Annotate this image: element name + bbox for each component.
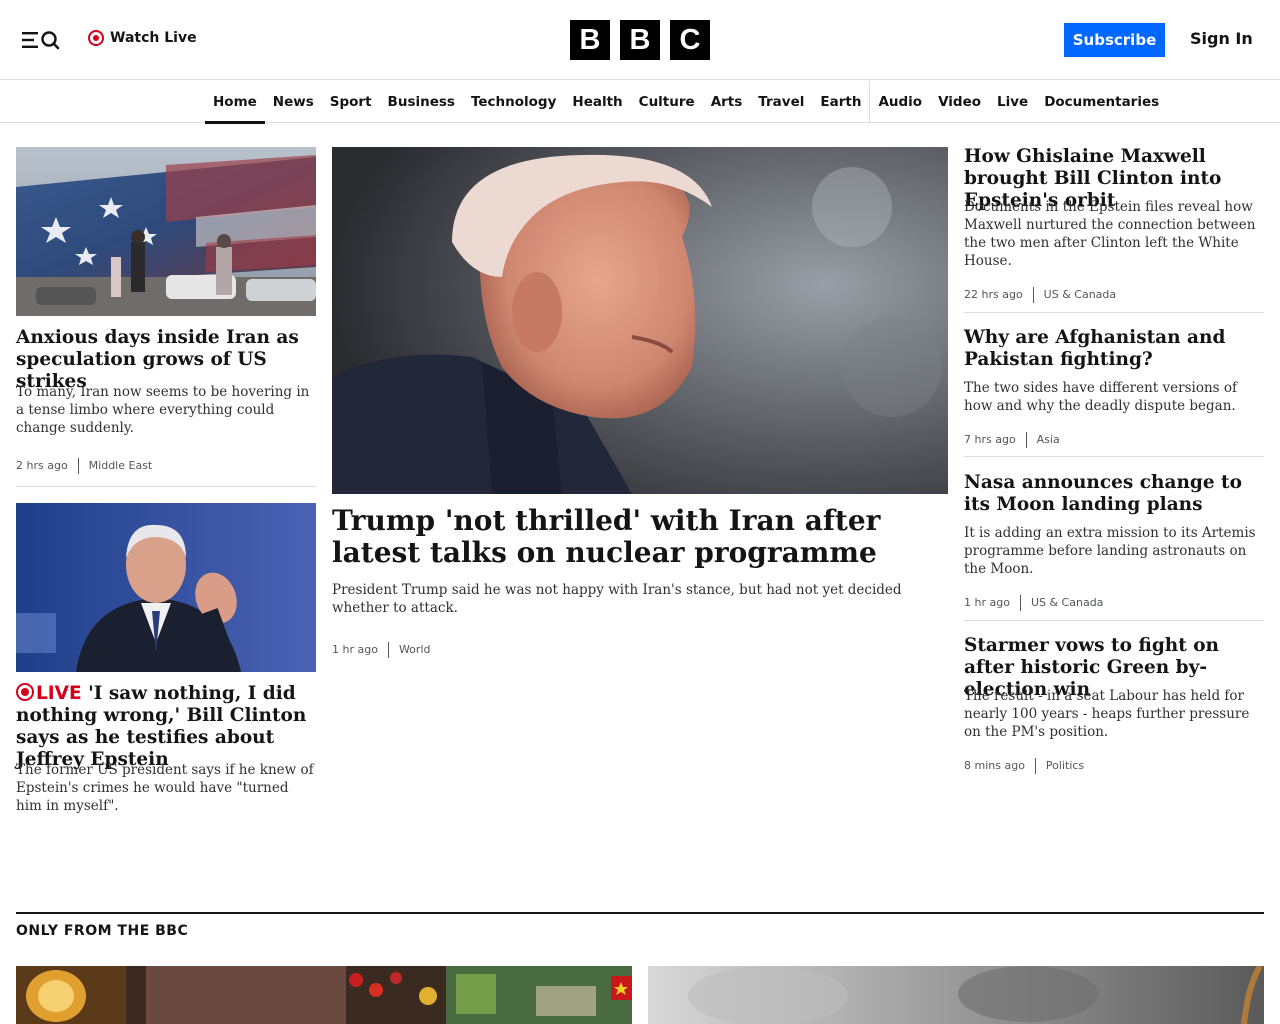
logo-letter: B: [570, 20, 610, 60]
story-summary: To many, Iran now seems to be hovering i…: [16, 384, 310, 436]
story-image-clinton[interactable]: [16, 503, 316, 672]
story-summary: It is adding an extra mission to its Art…: [964, 525, 1256, 577]
story-meta: 1 hr ago World: [332, 642, 430, 658]
story-headline[interactable]: Why are Afghanistan and Pakistan fightin…: [964, 327, 1264, 371]
nav-item-news[interactable]: News: [265, 81, 322, 123]
story-image-trump[interactable]: [332, 147, 948, 494]
trump-image: [332, 147, 948, 494]
main-nav: Home News Sport Business Technology Heal…: [0, 81, 1280, 124]
logo-letter: C: [670, 20, 710, 60]
story-category[interactable]: Middle East: [79, 458, 153, 474]
live-badge: LIVE: [16, 683, 82, 704]
story-time: 1 hr ago: [332, 642, 389, 658]
iran-street-image: [16, 147, 316, 316]
story-headline-live[interactable]: LIVE 'I saw nothing, I did nothing wrong…: [16, 683, 316, 771]
nav-item-live[interactable]: Live: [989, 81, 1036, 123]
story-meta: 8 mins ago Politics: [964, 758, 1084, 774]
nav-item-home[interactable]: Home: [205, 81, 265, 124]
divider: [964, 620, 1264, 621]
story-category[interactable]: US & Canada: [1034, 287, 1116, 303]
story-summary: The former US president says if he knew …: [16, 762, 314, 814]
live-icon: [16, 683, 34, 701]
menu-search-button[interactable]: [20, 28, 62, 52]
watch-live-label: Watch Live: [110, 30, 197, 46]
story-time: 1 hr ago: [964, 595, 1021, 611]
sign-in-link[interactable]: Sign In: [1190, 29, 1253, 48]
story-meta: 22 hrs ago US & Canada: [964, 287, 1116, 303]
nav-item-health[interactable]: Health: [564, 81, 630, 123]
story-headline[interactable]: Nasa announces change to its Moon landin…: [964, 472, 1264, 516]
story-summary: The two sides have different versions of…: [964, 380, 1237, 414]
nav-item-documentaries[interactable]: Documentaries: [1036, 81, 1167, 123]
nav-item-travel[interactable]: Travel: [750, 81, 812, 123]
clinton-image: [16, 503, 316, 672]
story-meta: 2 hrs ago Middle East: [16, 458, 152, 474]
menu-search-icon: [22, 31, 60, 50]
story-time: 8 mins ago: [964, 758, 1036, 774]
site-header: Watch Live B B C Subscribe Sign In: [0, 0, 1280, 80]
section-title: ONLY FROM THE BBC: [16, 923, 189, 939]
market-image: [16, 966, 632, 1024]
live-dot-icon: [88, 30, 104, 46]
logo-letter: B: [620, 20, 660, 60]
nav-item-arts[interactable]: Arts: [703, 81, 751, 123]
story-summary: Documents in the Epstein files reveal ho…: [964, 199, 1256, 269]
nav-item-earth[interactable]: Earth: [812, 81, 869, 123]
story-image-iran-street[interactable]: [16, 147, 316, 316]
story-meta: 7 hrs ago Asia: [964, 432, 1060, 448]
story-time: 22 hrs ago: [964, 287, 1034, 303]
lead-story-summary: President Trump said he was not happy wi…: [332, 582, 902, 616]
subscribe-button[interactable]: Subscribe: [1064, 23, 1165, 57]
nav-item-sport[interactable]: Sport: [322, 81, 380, 123]
story-category[interactable]: US & Canada: [1021, 595, 1103, 611]
story-time: 7 hrs ago: [964, 432, 1027, 448]
story-category[interactable]: Politics: [1036, 758, 1084, 774]
story-meta: 1 hr ago US & Canada: [964, 595, 1103, 611]
divider: [964, 312, 1264, 313]
nav-item-culture[interactable]: Culture: [631, 81, 703, 123]
story-image-feature[interactable]: [648, 966, 1264, 1024]
divider: [964, 456, 1264, 457]
story-summary: The result - in a seat Labour has held f…: [964, 688, 1250, 740]
bbc-logo[interactable]: B B C: [570, 20, 710, 60]
nav-item-audio[interactable]: Audio: [869, 81, 930, 123]
divider: [16, 486, 316, 487]
story-category[interactable]: World: [389, 642, 431, 658]
lead-story-headline[interactable]: Trump 'not thrilled' with Iran after lat…: [332, 505, 948, 569]
nav-item-business[interactable]: Business: [380, 81, 463, 123]
section-rule: [16, 912, 1264, 914]
story-time: 2 hrs ago: [16, 458, 79, 474]
story-image-market[interactable]: [16, 966, 632, 1024]
feature-image: [648, 966, 1264, 1024]
live-label: LIVE: [36, 683, 82, 704]
watch-live-link[interactable]: Watch Live: [88, 28, 197, 48]
nav-item-video[interactable]: Video: [930, 81, 989, 123]
story-category[interactable]: Asia: [1027, 432, 1060, 448]
nav-item-technology[interactable]: Technology: [463, 81, 564, 123]
